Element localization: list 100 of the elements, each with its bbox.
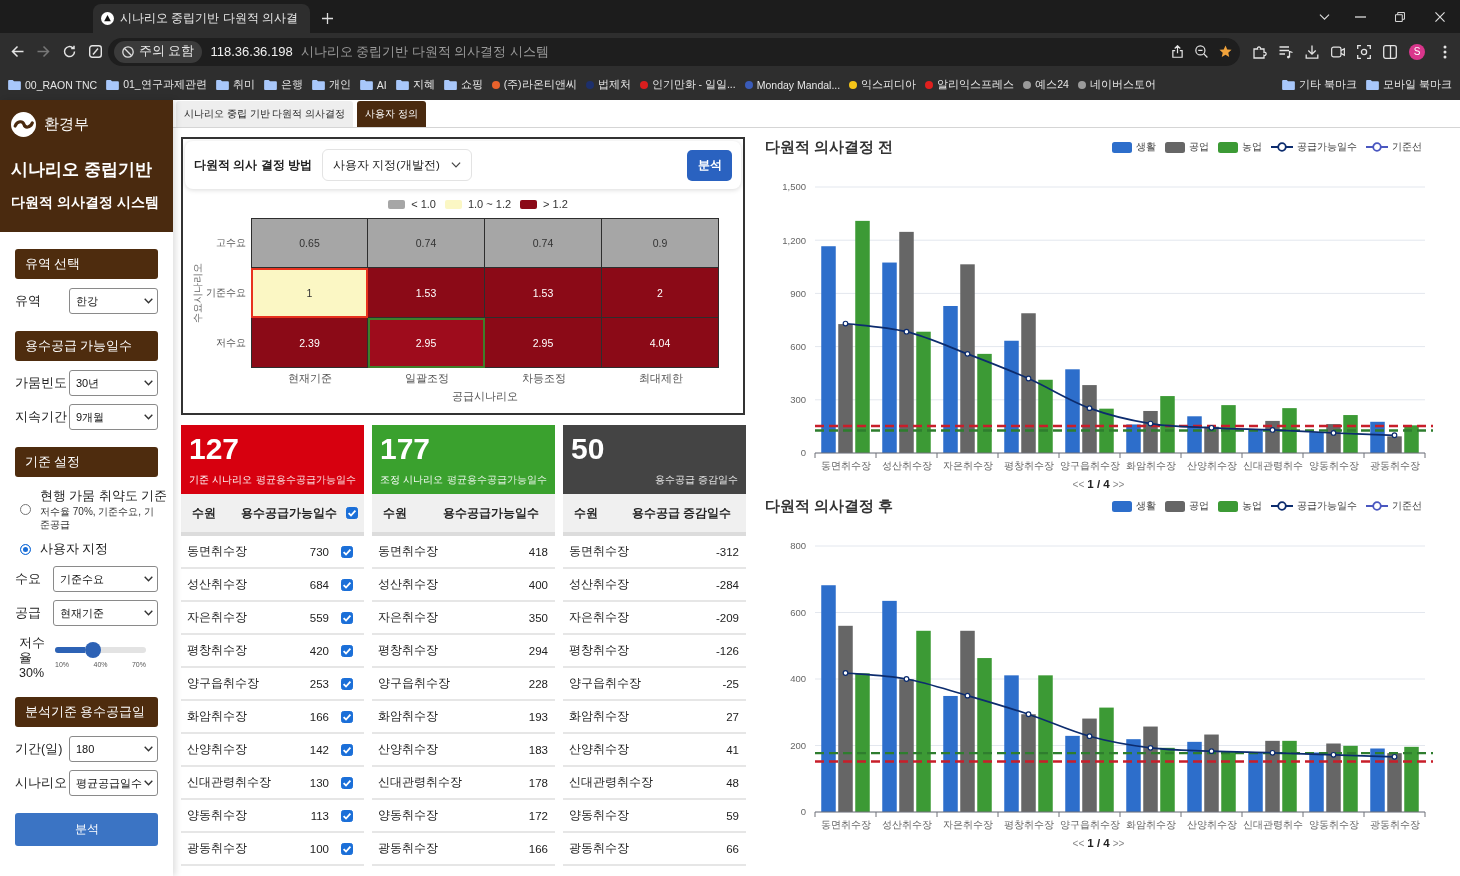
heatmap-cell: 2.95 (485, 318, 602, 368)
table-cell-text: 동면취수장 (569, 544, 630, 559)
axis-label: 산양취수장 (1186, 460, 1237, 471)
axis-label: 1,500 (782, 181, 806, 193)
table-cell-text: 성산취수장 (569, 577, 630, 592)
table-cell-text: 산양취수장 (569, 742, 630, 757)
axis-label: 자은취수장 (942, 819, 993, 830)
heatmap-cell: 0.65 (251, 218, 368, 268)
table-cell: 66 (726, 842, 739, 855)
table-cell-text: 광동취수장 (378, 841, 439, 856)
table-cell-text: 양동취수장 (187, 808, 248, 823)
table-cell-text: 자은취수장 (187, 610, 248, 625)
axis-label: 0 (800, 447, 806, 459)
row-label: 기준수요 (205, 285, 247, 300)
axis-title: 수요시나리오 (191, 263, 204, 323)
legend-label: 기준선 (1392, 499, 1422, 513)
axis-label: 동면취수장 (820, 819, 871, 830)
table-cell-text: 산양취수장 (378, 742, 439, 757)
table-cell: -126 (715, 644, 739, 657)
table-cell-text: 성산취수장 (187, 577, 248, 592)
table-cell: 559 (309, 611, 329, 624)
table-cell-text: 광동취수장 (569, 841, 630, 856)
table-cell-text: 화암취수장 (187, 709, 248, 724)
radio-label: 현행 가뭄 취약도 기준 (40, 488, 168, 505)
field-label: 공급 (15, 604, 42, 622)
legend-label: 공업 (1189, 499, 1209, 513)
axis-label: 평창취수장 (1003, 460, 1054, 471)
table-cell-text: 화암취수장 (569, 709, 630, 724)
legend-label: 기준선 (1392, 140, 1422, 154)
column-header: 수원 (382, 505, 408, 521)
method-label: 다원적 의사 결정 방법 (194, 156, 312, 174)
chart-title: 다원적 의사결정 후 (765, 496, 894, 516)
radio-note: 저수율 70%, 기준수요, 기준공급 (40, 505, 155, 531)
table-cell: 100 (309, 842, 329, 855)
legend-label: > 1.2 (543, 198, 568, 210)
column-label: 차등조정 (520, 372, 567, 386)
legend-label: < 1.0 (411, 198, 436, 210)
axis-label: 성산취수장 (881, 460, 932, 471)
table-cell-text: 화암취수장 (378, 709, 439, 724)
table-cell-text: 산양취수장 (187, 742, 248, 757)
axis-label: 600 (790, 340, 806, 352)
table-cell: 193 (528, 710, 548, 723)
axis-label: 동면취수장 (820, 460, 871, 471)
table-cell: 41 (726, 743, 739, 756)
table-cell-text: 동면취수장 (378, 544, 439, 559)
axis-label: 화암취수장 (1125, 819, 1176, 830)
row-label: 저수요 (215, 335, 247, 350)
table-cell: 253 (309, 677, 329, 690)
table-cell: 48 (726, 776, 739, 789)
table-cell: -25 (722, 677, 739, 690)
field-label: 기간(일) (15, 740, 64, 758)
column-header: 용수공급가능일수 (441, 505, 540, 521)
radio-label: 사용자 지정 (40, 541, 109, 558)
heatmap-cell: 1.53 (368, 268, 485, 318)
axis-label: 900 (790, 287, 806, 299)
field-label: 수요 (15, 570, 42, 588)
org-name: 환경부 (44, 115, 89, 134)
table-cell: 130 (309, 776, 329, 789)
table-cell-text: 양동취수장 (569, 808, 630, 823)
field-label: 지속기간 (15, 408, 68, 426)
table-cell: -209 (715, 611, 739, 624)
table-cell: 166 (528, 842, 548, 855)
axis-label: 성산취수장 (881, 819, 932, 830)
table-cell: 400 (528, 578, 548, 591)
section-header: 용수공급 가능일수 (15, 331, 158, 361)
url-text: 118.36.36.198 (210, 44, 293, 59)
row-label: 고수요 (215, 235, 247, 250)
section-header: 기준 설정 (15, 447, 158, 477)
heatmap-cell: 0.74 (368, 218, 485, 268)
column-label: 현재기준 (286, 372, 333, 386)
table-cell-text: 신대관령취수장 (378, 775, 463, 790)
kpi-label: 용수공급 증감일수 (655, 474, 738, 487)
table-cell: 684 (309, 578, 329, 591)
legend-label: 농업 (1242, 140, 1262, 154)
table-cell-text: 평창취수장 (187, 643, 248, 658)
legend-label: 농업 (1242, 499, 1262, 513)
axis-label: 자은취수장 (942, 460, 993, 471)
legend-label: 생활 (1136, 140, 1156, 154)
table-cell-text: 동면취수장 (187, 544, 248, 559)
axis-label: 양구읍취수장 (1059, 460, 1120, 471)
kpi-value: 50 (571, 432, 606, 466)
heatmap-cell: 2.95 (368, 318, 485, 368)
table-cell: 27 (726, 710, 739, 723)
column-header: 용수공급 증감일수 (630, 505, 733, 521)
table-cell: 294 (528, 644, 548, 657)
app-title: 시나리오 중립기반 (11, 159, 153, 181)
heatmap-cell: 0.9 (602, 218, 719, 268)
axis-label: 평창취수장 (1003, 819, 1054, 830)
axis-label: 800 (790, 540, 806, 552)
table-cell-text: 신대관령취수장 (569, 775, 654, 790)
table-cell: 166 (309, 710, 329, 723)
page-title-text: 시나리오 중립기반 다원적 의사결정 시스템 (300, 42, 550, 61)
page-indicator: 1 / 4 (1087, 837, 1110, 849)
section-header: 유역 선택 (15, 249, 158, 279)
table-cell: 228 (528, 677, 548, 690)
field-label: 가뭄빈도 (15, 374, 68, 392)
kpi-caption: 기준 시나리오 (189, 474, 252, 487)
legend-label: 공급가능일수 (1297, 140, 1357, 154)
table-cell-text: 자은취수장 (378, 610, 439, 625)
table-cell-text: 양구읍취수장 (378, 676, 451, 691)
